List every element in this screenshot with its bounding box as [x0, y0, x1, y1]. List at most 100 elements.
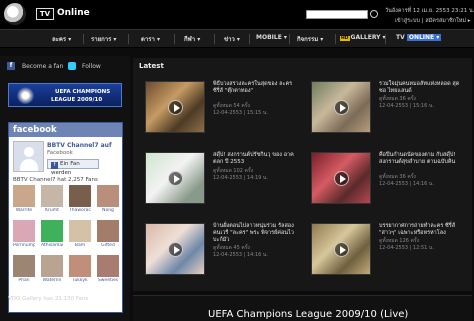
- fan-item[interactable]: Waterlin: [41, 255, 63, 283]
- fan-name: Athisaman: [41, 243, 63, 248]
- facebook-icon[interactable]: f: [7, 62, 15, 70]
- facebook-header: facebook: [9, 123, 122, 137]
- fan-avatar: [41, 185, 63, 207]
- play-icon[interactable]: [334, 100, 349, 115]
- uefa-champions-league-banner[interactable]: UEFA CHAMPIONS LEAGUE 2009/10: [8, 83, 122, 107]
- fan-item[interactable]: Nong: [97, 185, 119, 213]
- bbtv-channel-link[interactable]: BBTV Channel7 auf: [47, 142, 112, 149]
- video-thumbnail[interactable]: [145, 152, 205, 204]
- video-meta: ดูทั้งหมด 36 ครั้ง 12-04-2553 | 14:16 น.: [379, 174, 434, 187]
- twitter-icon[interactable]: [68, 62, 76, 70]
- fan-item[interactable]: Phan: [13, 255, 35, 283]
- bbtv-channel7-avatar[interactable]: [13, 141, 44, 172]
- uefa-starball-icon: [17, 87, 34, 104]
- nav-separator: [128, 34, 129, 44]
- nav-separator: [289, 34, 290, 44]
- nav-separator: [174, 34, 175, 44]
- uefa-banner-line2: LEAGUE 2009/10: [51, 97, 103, 103]
- play-icon[interactable]: [168, 100, 183, 115]
- fan-item[interactable]: Bam: [69, 220, 91, 248]
- fan-avatar: [13, 220, 35, 242]
- nav-sports[interactable]: กีฬา ▾: [184, 34, 200, 44]
- fan-item[interactable]: Tukkyk: [69, 255, 91, 283]
- nav-stars[interactable]: ดารา ▾: [141, 34, 160, 44]
- nav-news[interactable]: ข่าว ▾: [224, 34, 240, 44]
- fan-name: Gifted: [101, 243, 115, 248]
- video-meta: ดูทั้งหมด 126 ครั้ง 12-04-2553 | 12:51 น…: [379, 238, 434, 251]
- fan-name: Bam: [74, 243, 86, 248]
- fan-avatar: [97, 185, 119, 207]
- fan-avatar: [69, 185, 91, 207]
- nav-tv-label: TV: [396, 34, 405, 41]
- nav-separator: [385, 34, 386, 44]
- play-icon[interactable]: [168, 171, 183, 186]
- fan-name: Waterlin: [42, 278, 62, 283]
- uefa-banner-line1: UEFA CHAMPIONS: [55, 89, 111, 95]
- fan-item[interactable]: Krumt: [41, 185, 63, 213]
- fan-item[interactable]: Thaworachai: [69, 185, 91, 213]
- nav-gallery-label: GALLERY ▾: [350, 34, 386, 41]
- hd-badge: HD: [340, 36, 350, 41]
- become-fan-button[interactable]: f Ein Fan werden: [47, 159, 99, 176]
- follow-link[interactable]: Follow: [82, 63, 101, 70]
- video-thumbnail[interactable]: [311, 152, 371, 204]
- nav-separator: [83, 34, 84, 44]
- video-title[interactable]: รวมใจมุ่นคนหมอลัทแห่งหลอด สุดซอ ไทยแลนด์: [379, 81, 461, 95]
- video-title[interactable]: บ้านฝั่งตอนไปลาวหนุ่มร่วม รัลสองคนเวรี "…: [213, 223, 295, 244]
- fan-item[interactable]: Warrite: [13, 185, 35, 213]
- fan-name: Pornnumpai: [13, 243, 35, 248]
- fan-avatar: [97, 220, 119, 242]
- main-navigation: ละคร ▾ รายการ ▾ ดารา ▾ กีฬา ▾ ข่าว ▾ MOB…: [0, 29, 474, 48]
- facebook-label: Facebook: [47, 150, 73, 156]
- vdo-gallery-fan-count: VDO Gallery has 21,130 Fans: [8, 296, 89, 302]
- video-thumbnail[interactable]: [311, 81, 371, 133]
- video-meta: ดูทั้งหมด 36 ครั้ง 12-04-2553 | 15:16 น.: [379, 96, 434, 109]
- live-section-title[interactable]: UEFA Champions League 2009/10 (Live): [208, 309, 408, 320]
- fan-name: Warrite: [15, 208, 33, 213]
- fan-name: Tukkyk: [72, 278, 88, 283]
- fan-item[interactable]: Sweeties: [97, 255, 119, 283]
- fan-avatar: [13, 255, 35, 277]
- video-title[interactable]: สดุ๊ป! สงกรานต์ปรัชกินวุ ของ อาคตลก ปี 2…: [213, 152, 295, 166]
- fan-avatar: [41, 255, 63, 277]
- fan-name: Thaworachai: [69, 208, 91, 213]
- nav-hd-gallery[interactable]: HD GALLERY ▾: [340, 34, 386, 41]
- nav-separator: [335, 34, 336, 44]
- play-icon[interactable]: [334, 242, 349, 257]
- fan-item[interactable]: Pornnumpai: [13, 220, 35, 248]
- auth-links[interactable]: เข้าสู่ระบบ | สมัครสมาชิกใหม่ ▸: [395, 17, 471, 25]
- video-title[interactable]: พิธีบวงสรวงละครในสุดของ ละครซีรี่ส์ "ตุ๊…: [213, 81, 295, 95]
- nav-lakorn[interactable]: ละคร ▾: [52, 34, 71, 44]
- video-meta: ดูทั้งหมด 102 ครั้ง 12-04-2553 | 14:19 น…: [213, 168, 268, 181]
- nav-tv-online[interactable]: TV ONLINE ▾: [396, 34, 442, 41]
- channel7-logo[interactable]: [4, 3, 26, 25]
- video-thumbnail[interactable]: [311, 223, 371, 275]
- latest-title: Latest: [139, 62, 164, 70]
- fan-item[interactable]: Athisaman: [41, 220, 63, 248]
- fan-count: BBTV Channel7 hat 2,257 Fans: [13, 177, 98, 183]
- nav-separator: [214, 34, 215, 44]
- search-input[interactable]: [306, 10, 368, 19]
- fan-avatar: [97, 255, 119, 277]
- fan-name: Nong: [102, 208, 114, 213]
- nav-programs[interactable]: รายการ ▾: [91, 34, 116, 44]
- video-thumbnail[interactable]: [145, 81, 205, 133]
- video-thumbnail[interactable]: [145, 223, 205, 275]
- play-icon[interactable]: [168, 242, 183, 257]
- tv-online-title[interactable]: Online: [57, 8, 90, 18]
- fan-item[interactable]: Gifted: [97, 220, 119, 248]
- fan-avatar: [69, 220, 91, 242]
- video-title[interactable]: บรรยากาศการถ่ายทำละคร ซีรี่ส์ "สาวๆ" เฉพ…: [379, 223, 461, 237]
- facebook-f-icon: f: [51, 162, 58, 169]
- search-icon[interactable]: [370, 10, 378, 18]
- become-fan-link[interactable]: Become a fan: [22, 63, 63, 70]
- tv-icon: TV: [36, 8, 54, 20]
- nav-mobile[interactable]: MOBILE ▾: [256, 34, 287, 41]
- video-meta: ดูทั้งหมด 45 ครั้ง 12-04-2553 | 14:16 น.: [213, 245, 268, 258]
- fan-avatar: [13, 185, 35, 207]
- play-icon[interactable]: [334, 171, 349, 186]
- fan-name: Phan: [18, 278, 30, 283]
- nav-activities[interactable]: กิจกรรม ▾: [297, 34, 323, 44]
- nav-separator: [249, 34, 250, 44]
- video-title[interactable]: คือปีนกำนดนัดของตาม กับสดุ๊ป! สงกรานต์สุ…: [379, 152, 461, 166]
